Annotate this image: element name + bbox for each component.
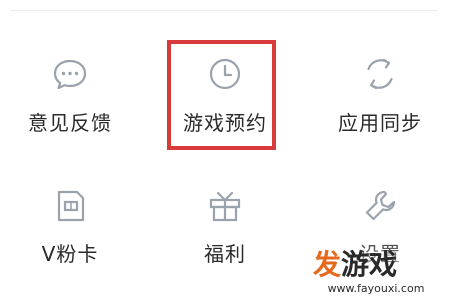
menu-item-benefits[interactable]: 福利	[165, 170, 285, 300]
menu-item-app-sync[interactable]: 应用同步	[320, 0, 440, 150]
menu-item-v-fan-card[interactable]: V粉卡	[10, 170, 130, 300]
watermark-url: www.fayouxi.com	[327, 282, 425, 295]
settings-menu-grid: 意见反馈 游戏预约 应用同步 V粉卡 福利 发游戏 www.fayouxi.co…	[0, 0, 450, 300]
sync-icon	[360, 54, 400, 94]
watermark-brand-suffix: 游戏	[341, 248, 398, 281]
menu-item-feedback[interactable]: 意见反馈	[10, 0, 130, 150]
menu-item-label: V粉卡	[41, 242, 99, 266]
watermark-brand-prefix: 发	[313, 248, 342, 281]
gift-icon	[205, 186, 245, 226]
chat-bubble-icon	[50, 54, 90, 94]
menu-item-label: 意见反馈	[28, 111, 112, 135]
watermark-logo: 发游戏	[313, 248, 397, 282]
highlight-frame	[167, 40, 276, 150]
wrench-icon	[360, 186, 400, 226]
site-watermark: 发游戏 www.fayouxi.com	[305, 248, 447, 298]
menu-item-label: 福利	[204, 242, 246, 266]
menu-item-label: 应用同步	[338, 111, 422, 135]
sim-card-icon	[50, 186, 90, 226]
